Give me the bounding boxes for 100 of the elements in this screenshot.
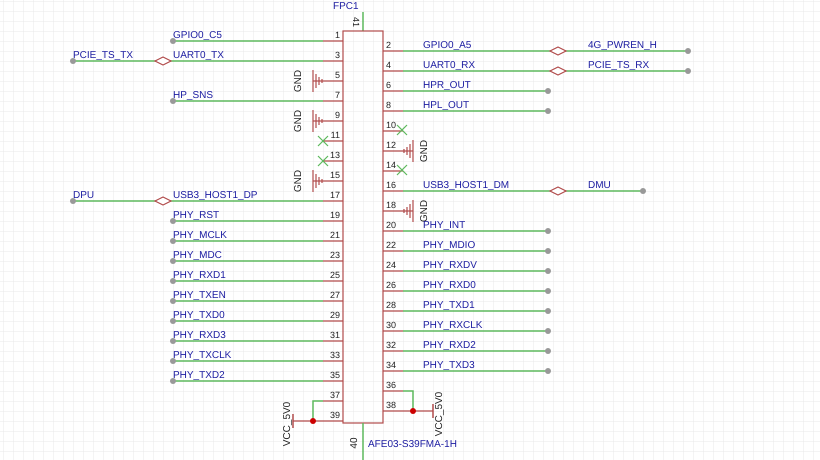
- pin-number: 33: [330, 350, 340, 360]
- ground-label: GND: [419, 200, 430, 222]
- pin-number: 29: [330, 310, 340, 320]
- pin-number: 8: [386, 100, 392, 110]
- pin-number: 14: [386, 160, 396, 170]
- pin-line: [383, 290, 403, 292]
- pin-number: 7: [334, 90, 340, 100]
- power-label: VCC_5V0: [282, 402, 293, 446]
- pin-number: 19: [330, 210, 340, 220]
- pin-number: 25: [330, 270, 340, 280]
- pin-line: [383, 370, 403, 372]
- pin-line: [323, 160, 343, 162]
- pin-line: [323, 300, 343, 302]
- power-label: VCC_5V0: [434, 392, 445, 436]
- ground-symbol: [312, 70, 323, 92]
- net-label: PHY_RXD2: [423, 340, 476, 351]
- net-label: PHY_TXD1: [423, 300, 475, 311]
- pin-line: [383, 90, 403, 92]
- net-label: PHY_RXDV: [423, 260, 477, 271]
- pin-line: [323, 360, 343, 362]
- pin-line: [323, 100, 343, 102]
- net-label: PHY_TXCLK: [173, 350, 232, 361]
- pin-number: 26: [386, 280, 396, 290]
- net-label: UART0_RX: [423, 60, 476, 71]
- net-label: USB3_HOST1_DP: [173, 190, 258, 201]
- pin-number: 11: [330, 130, 340, 140]
- pin-number: 21: [330, 230, 340, 240]
- port-label: DMU: [588, 180, 611, 191]
- ground-symbol: [312, 110, 323, 132]
- pin-number: 3: [334, 50, 340, 60]
- pin-number: 10: [386, 120, 396, 130]
- pin-line: [383, 70, 403, 72]
- no-connect-mark: [396, 124, 408, 136]
- net-label: PHY_RXD1: [173, 270, 226, 281]
- pin-line: [383, 110, 403, 112]
- port-label: PCIE_TS_TX: [73, 50, 134, 61]
- net-label: PHY_RXD3: [173, 330, 226, 341]
- net-label: USB3_HOST1_DM: [423, 180, 510, 191]
- pin-line: [323, 280, 343, 282]
- pin-number: 39: [330, 410, 340, 420]
- pin-number: 32: [386, 340, 396, 350]
- pin-line: [323, 220, 343, 222]
- pin-number: 35: [330, 370, 340, 380]
- pin-number: 15: [330, 170, 340, 180]
- net-label: PHY_MDC: [173, 250, 222, 261]
- net-label: PHY_RST: [173, 210, 220, 221]
- pin-number: 27: [330, 290, 340, 300]
- pin-number: 12: [386, 140, 396, 150]
- pin-line: [383, 310, 403, 312]
- pin-number: 34: [386, 360, 396, 370]
- pin-line: [383, 350, 403, 352]
- ground-label: GND: [293, 170, 304, 192]
- net-label: PHY_RXCLK: [423, 320, 482, 331]
- pin-number: 36: [386, 380, 396, 390]
- port-symbol: [154, 56, 172, 66]
- net-label: GPIO0_C5: [173, 30, 222, 41]
- no-connect-mark: [318, 156, 328, 166]
- net-label: HPR_OUT: [423, 80, 471, 91]
- pin-number: 41: [351, 17, 361, 27]
- pin-line: [383, 330, 403, 332]
- pin-line: [383, 270, 403, 272]
- pin-number: 40: [349, 437, 360, 449]
- component-reference: FPC1: [333, 1, 359, 12]
- port-symbol: [548, 46, 568, 56]
- pin-number: 24: [386, 260, 396, 270]
- pin-number: 9: [334, 110, 340, 120]
- net-label: HPL_OUT: [423, 100, 470, 111]
- pin-line: [383, 390, 403, 392]
- pin-line: [383, 410, 403, 412]
- port-symbol: [154, 196, 172, 206]
- pin-line: [323, 400, 343, 402]
- pin-line: [383, 130, 403, 132]
- net-label: HP_SNS: [173, 90, 214, 101]
- pin-line: [323, 260, 343, 262]
- pin-line: [323, 40, 343, 42]
- pin-number: 31: [330, 330, 340, 340]
- net-label: PHY_INT: [423, 220, 466, 231]
- net-label: PHY_TXD3: [423, 360, 475, 371]
- pin-line: [323, 320, 343, 322]
- pin-number: 4: [386, 60, 392, 70]
- pin-number: 38: [386, 400, 396, 410]
- pin-line: [323, 420, 343, 422]
- net-label: PHY_RXD0: [423, 280, 476, 291]
- ground-label: GND: [419, 140, 430, 162]
- pin-line: [323, 140, 343, 142]
- net-label: UART0_TX: [173, 50, 224, 61]
- ground-label: GND: [293, 70, 304, 92]
- port-label: DPU: [73, 190, 94, 201]
- net-label: PHY_MDIO: [423, 240, 476, 251]
- pin-line: [323, 340, 343, 342]
- ground-label: GND: [293, 110, 304, 132]
- port-label: 4G_PWREN_H: [588, 40, 657, 51]
- pin-line: [323, 240, 343, 242]
- pin-number: 5: [334, 70, 340, 80]
- pin-number: 2: [386, 40, 392, 50]
- pin-number: 37: [330, 390, 340, 400]
- pin-number: 23: [330, 250, 340, 260]
- ground-symbol: [403, 200, 414, 222]
- pin-line: [323, 60, 343, 62]
- net-label: GPIO0_A5: [423, 40, 472, 51]
